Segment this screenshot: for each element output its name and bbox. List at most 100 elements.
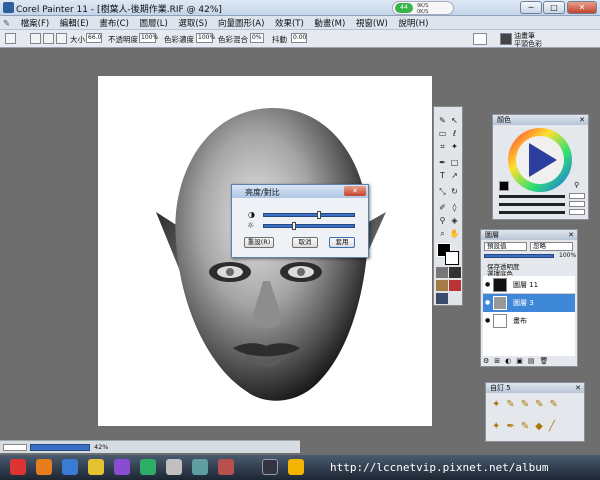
eraser-icon[interactable]: ◊ — [449, 202, 460, 213]
reset-button[interactable]: 重設(R) — [244, 237, 274, 248]
brightness-slider[interactable] — [263, 222, 355, 230]
brush-preset-row-2[interactable]: ✦✒✎◆╱ — [492, 421, 582, 432]
crop-icon[interactable]: ⌗ — [437, 141, 448, 152]
menu-movie[interactable]: 動畫(M) — [310, 16, 349, 29]
main-color-chip[interactable] — [499, 181, 509, 191]
saturation-input[interactable]: 100% — [196, 33, 215, 43]
menu-shapes[interactable]: 向量圖形(A) — [214, 16, 268, 29]
close-icon[interactable]: ✕ — [567, 231, 575, 239]
red-slider[interactable] — [499, 195, 565, 198]
maximize-button[interactable]: □ — [543, 1, 565, 14]
pattern-selector-icon[interactable] — [436, 280, 448, 291]
blend-input[interactable]: 0% — [250, 33, 264, 43]
opacity-input[interactable]: 100% — [139, 33, 158, 43]
shape-select-icon[interactable]: ↗ — [449, 170, 460, 181]
dialog-close-button[interactable]: ✕ — [344, 186, 366, 196]
taskbar-app-icon[interactable] — [140, 459, 156, 475]
blue-slider[interactable] — [499, 211, 565, 214]
taskbar-app-icon[interactable] — [62, 459, 78, 475]
menu-window[interactable]: 視窗(W) — [352, 16, 392, 29]
look-selector-icon[interactable] — [436, 293, 448, 304]
painter-taskbar-icon[interactable] — [262, 459, 278, 475]
dialog-title-bar[interactable]: 亮度/對比 ✕ — [232, 185, 368, 198]
pen-icon[interactable]: ✒ — [437, 157, 448, 168]
app-menu-icon[interactable]: ✎ — [0, 18, 14, 29]
additional-color-swatch[interactable] — [445, 251, 459, 265]
taskbar-app-icon[interactable] — [10, 459, 26, 475]
gradient-selector-icon[interactable] — [449, 267, 461, 278]
reset-tool-icon[interactable] — [30, 33, 41, 44]
taskbar-app-icon[interactable] — [218, 459, 234, 475]
layer-commands-bar[interactable]: ⚙⊞◐▣▤🗑 — [483, 357, 575, 366]
close-button[interactable]: ✕ — [567, 1, 597, 14]
transform-icon[interactable]: ⤡ — [437, 186, 448, 197]
cancel-button[interactable]: 取消 — [292, 237, 318, 248]
colors-panel-header[interactable]: 顏色 ✕ — [493, 115, 588, 125]
magic-wand-icon[interactable]: ✦ — [449, 141, 460, 152]
menu-layers[interactable]: 圖層(L) — [135, 16, 171, 29]
text-icon[interactable]: T — [437, 170, 448, 181]
custom-palette-header[interactable]: 自訂 5 ✕ — [486, 383, 584, 393]
rotate-icon[interactable]: ↻ — [449, 186, 460, 197]
green-slider[interactable] — [499, 203, 565, 206]
close-icon[interactable]: ✕ — [578, 116, 586, 124]
menu-select[interactable]: 選取(S) — [174, 16, 211, 29]
red-value-field[interactable] — [569, 193, 585, 199]
contrast-slider-thumb[interactable] — [317, 211, 322, 219]
green-value-field[interactable] — [569, 201, 585, 207]
eye-icon[interactable]: ● — [485, 281, 490, 288]
shape-icon[interactable]: □ — [449, 157, 460, 168]
menu-help[interactable]: 說明(H) — [394, 16, 432, 29]
minimize-button[interactable]: ─ — [520, 1, 542, 14]
brightness-icon: ☼ — [247, 221, 255, 230]
layer-row[interactable]: ● 圖層 11 — [483, 276, 575, 294]
close-icon[interactable]: ✕ — [574, 384, 582, 392]
rect-select-icon[interactable]: ▭ — [437, 128, 448, 139]
brush-tool-icon[interactable] — [5, 33, 16, 44]
taskbar-app-icon[interactable] — [114, 459, 130, 475]
brush-tool-icon[interactable]: ✎ — [437, 115, 448, 126]
cloner-icon[interactable]: ✐ — [437, 202, 448, 213]
taskbar-app-icon[interactable] — [88, 459, 104, 475]
paper-selector-icon[interactable] — [436, 267, 448, 278]
layer-adjuster-icon[interactable]: ↖ — [449, 115, 460, 126]
composite-method-select[interactable]: 預設值 — [484, 242, 527, 251]
eye-icon[interactable]: ● — [485, 299, 490, 306]
saturation-label: 色彩濃度 — [164, 35, 194, 44]
zoom-slider[interactable] — [30, 444, 90, 451]
brush-variant-icon[interactable] — [500, 33, 512, 45]
dab-type-icon[interactable] — [43, 33, 54, 44]
menu-effects[interactable]: 效果(T) — [271, 16, 308, 29]
taskbar-app-icon[interactable] — [288, 459, 304, 475]
taskbar-app-icon[interactable] — [36, 459, 52, 475]
layer-opacity-slider[interactable] — [484, 254, 554, 258]
layers-panel-header[interactable]: 圖層 ✕ — [481, 230, 577, 240]
taskbar-app-icon[interactable] — [192, 459, 208, 475]
paint-bucket-icon[interactable]: ◈ — [449, 215, 460, 226]
contrast-slider[interactable] — [263, 211, 355, 219]
magnifier-icon[interactable]: ⌕ — [437, 228, 448, 239]
lasso-icon[interactable]: ℓ — [449, 128, 460, 139]
dropper-icon[interactable]: ⚲ — [574, 181, 579, 189]
smooth-input[interactable]: 0.00 — [291, 33, 307, 43]
composite-depth-select[interactable]: 忽略 — [530, 242, 573, 251]
menu-canvas[interactable]: 畫布(C) — [95, 16, 133, 29]
nozzle-selector-icon[interactable] — [449, 280, 461, 291]
brush-variant[interactable]: 平頭色彩 — [514, 39, 542, 49]
menu-edit[interactable]: 編輯(E) — [56, 16, 93, 29]
eye-icon[interactable]: ● — [485, 317, 490, 324]
dropper-icon[interactable]: ⚲ — [437, 215, 448, 226]
blue-value-field[interactable] — [569, 209, 585, 215]
apply-button[interactable]: 套用 — [329, 237, 355, 248]
color-wheel[interactable] — [507, 127, 573, 193]
grabber-icon[interactable]: ✋ — [449, 228, 460, 239]
brush-preview-icon[interactable] — [473, 33, 487, 45]
brightness-slider-thumb[interactable] — [292, 222, 297, 230]
size-input[interactable]: 66.0 — [86, 33, 102, 43]
brush-preset-row-1[interactable]: ✦✎✎✎✎ — [492, 399, 582, 410]
layer-row-selected[interactable]: ● 圖層 3 — [483, 294, 575, 312]
taskbar-app-icon[interactable] — [166, 459, 182, 475]
stroke-type-icon[interactable] — [56, 33, 67, 44]
menu-file[interactable]: 檔案(F) — [17, 16, 54, 29]
layer-row[interactable]: ● 畫布 — [483, 312, 575, 330]
